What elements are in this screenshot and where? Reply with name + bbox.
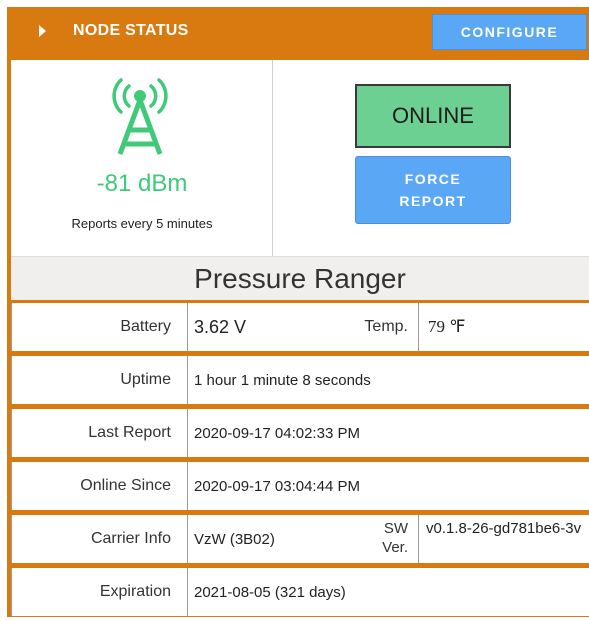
force-report-label-line1: FORCE — [404, 171, 462, 187]
force-report-button[interactable]: FORCE REPORT — [355, 156, 511, 224]
device-name: Pressure Ranger — [11, 256, 589, 300]
uptime-label: Uptime — [12, 356, 188, 404]
expiration-label: Expiration — [12, 568, 188, 616]
online-since-row: Online Since 2020-09-17 03:04:44 PM — [11, 462, 589, 510]
carrier-row: Carrier Info VzW (3B02) SW Ver. v0.1.8-2… — [11, 515, 589, 563]
temp-divider — [418, 303, 419, 351]
carrier-value: VzW (3B02) — [194, 530, 275, 548]
report-interval: Reports every 5 minutes — [71, 216, 213, 231]
panel-title: NODE STATUS — [73, 22, 189, 39]
configure-button[interactable]: CONFIGURE — [432, 14, 587, 50]
status-area: -81 dBm Reports every 5 minutes ONLINE F… — [11, 60, 589, 256]
sw-divider — [418, 515, 419, 563]
sw-label-line2: Ver. — [382, 539, 408, 556]
online-status-badge: ONLINE — [355, 84, 511, 148]
sw-version-value: v0.1.8-26-gd781be6-3v — [426, 520, 582, 537]
temp-value: 79 ℉ — [428, 317, 466, 336]
last-report-row: Last Report 2020-09-17 04:02:33 PM — [11, 409, 589, 457]
expiration-row: Expiration 2021-08-05 (321 days) — [11, 568, 589, 616]
signal-strength: -81 dBm — [96, 170, 188, 197]
uptime-row: Uptime 1 hour 1 minute 8 seconds — [11, 356, 589, 404]
sw-version-label: SW Ver. — [342, 519, 408, 557]
online-since-label: Online Since — [12, 462, 188, 510]
cell-tower-icon — [112, 78, 168, 155]
battery-value: 3.62 V — [194, 316, 247, 337]
temp-label: Temp. — [364, 318, 408, 335]
node-status-panel: NODE STATUS CONFIGURE -81 dBm Reports ev… — [7, 7, 589, 617]
battery-label: Battery — [12, 303, 188, 351]
last-report-value: 2020-09-17 04:02:33 PM — [194, 424, 360, 442]
carrier-label: Carrier Info — [12, 515, 188, 563]
expand-caret-icon[interactable] — [39, 25, 46, 37]
uptime-value: 1 hour 1 minute 8 seconds — [194, 371, 371, 389]
expiration-value: 2021-08-05 (321 days) — [194, 583, 346, 601]
panel-header[interactable]: NODE STATUS CONFIGURE — [7, 7, 589, 57]
battery-row: Battery 3.62 V Temp. 79 ℉ — [11, 303, 589, 351]
sw-label-line1: SW — [383, 520, 408, 537]
force-report-label-line2: REPORT — [399, 193, 467, 209]
online-since-value: 2020-09-17 03:04:44 PM — [194, 477, 360, 495]
signal-box: -81 dBm Reports every 5 minutes — [11, 60, 273, 256]
last-report-label: Last Report — [12, 409, 188, 457]
